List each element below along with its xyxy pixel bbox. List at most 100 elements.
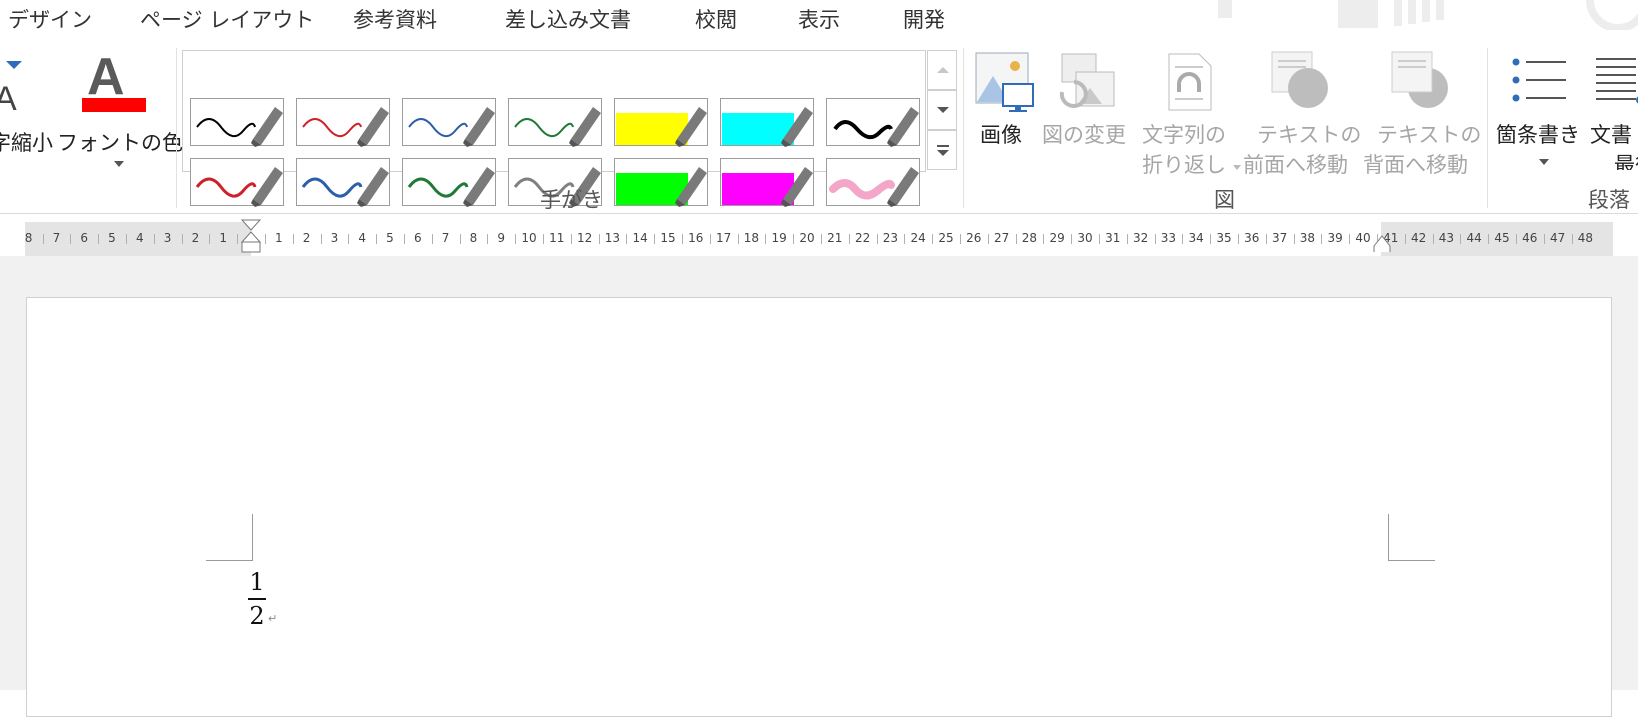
ruler-number: 23 bbox=[882, 231, 899, 245]
document-end-label-2: 最後 bbox=[1614, 153, 1638, 170]
ruler-tick bbox=[1432, 234, 1434, 244]
ruler-number: 13 bbox=[604, 231, 621, 245]
chevron-down-icon bbox=[937, 107, 949, 113]
ruler-tick bbox=[987, 234, 989, 244]
ruler-number: 2 bbox=[302, 231, 311, 245]
shrink-font-button[interactable]: A 字縮小 bbox=[0, 50, 55, 160]
ruler-number: 2 bbox=[191, 231, 200, 245]
pen-stroke-icon bbox=[301, 167, 389, 207]
ruler-number: 3 bbox=[330, 231, 339, 245]
ruler-tick bbox=[904, 234, 906, 244]
chevron-down-icon bbox=[1539, 159, 1549, 165]
bring-forward-button[interactable]: テキストの 前面へ移動 bbox=[1243, 50, 1361, 180]
ruler-tick bbox=[932, 234, 934, 244]
fraction[interactable]: 1 2 bbox=[244, 568, 270, 630]
ruler-tick bbox=[70, 234, 72, 244]
pen-red-pen-2[interactable] bbox=[190, 158, 284, 207]
pen-red-pen[interactable] bbox=[296, 98, 390, 147]
wrap-text-label-2: 折り返し bbox=[1142, 153, 1226, 177]
gallery-scroll-down-button[interactable] bbox=[927, 90, 957, 130]
pen-green-highlighter[interactable] bbox=[614, 158, 708, 207]
pen-green-pen-2[interactable] bbox=[402, 158, 496, 207]
ruler-tick bbox=[515, 234, 517, 244]
send-backward-button[interactable]: テキストの 背面へ移動 bbox=[1363, 50, 1481, 180]
image-button[interactable]: 画像 bbox=[972, 50, 1038, 150]
shrink-font-label: 字縮小 bbox=[0, 131, 53, 155]
ruler-number: 47 bbox=[1549, 231, 1566, 245]
ruler-number: 26 bbox=[966, 231, 982, 245]
picture-group-label: 図 bbox=[1214, 188, 1235, 212]
pen-blue-pen[interactable] bbox=[402, 98, 496, 147]
gallery-more-button[interactable] bbox=[927, 130, 957, 170]
ruler-tick bbox=[570, 234, 572, 244]
ruler-tick bbox=[542, 234, 544, 244]
wrap-text-button[interactable]: 文字列の 折り返し bbox=[1140, 50, 1241, 180]
ruler-tick bbox=[820, 234, 822, 244]
font-color-button[interactable]: A フォントの色 bbox=[55, 50, 183, 170]
ruler-tick bbox=[98, 234, 100, 244]
ruler-number: 31 bbox=[1105, 231, 1121, 245]
group-separator bbox=[963, 48, 964, 208]
ruler-number: 29 bbox=[1049, 231, 1065, 245]
right-indent-marker[interactable] bbox=[1372, 232, 1392, 252]
shrink-font-icon: A bbox=[0, 61, 22, 118]
ruler-tick bbox=[1293, 234, 1295, 244]
tab-review[interactable]: 校閲 bbox=[695, 4, 737, 34]
ruler-number: 4 bbox=[358, 231, 366, 245]
crop-mark-left-horizontal bbox=[206, 560, 253, 561]
horizontal-ruler[interactable]: 8 7 6 5 4 3 2 1 1 2 3 4 5 6 7 8 9 10 11 12 13 14 15 16 17 18 19 20 2… bbox=[25, 219, 1613, 256]
ruler-tick bbox=[654, 234, 656, 244]
ruler-number: 36 bbox=[1244, 231, 1260, 245]
paragraph-group-label: 段落 bbox=[1588, 188, 1630, 212]
ruler-tick bbox=[42, 234, 44, 244]
pen-pink-pen[interactable] bbox=[826, 158, 920, 207]
ruler-tick bbox=[292, 234, 294, 244]
pen-stroke-icon bbox=[833, 107, 919, 147]
pen-black-thick-pen[interactable] bbox=[826, 98, 920, 147]
ruler-number: 3 bbox=[163, 231, 172, 245]
chevron-down-icon bbox=[1233, 165, 1241, 170]
ruler-tick bbox=[1071, 234, 1073, 244]
ruler-number: 10 bbox=[521, 231, 537, 245]
gallery-scroll-up-button[interactable] bbox=[927, 50, 957, 90]
pen-black-pen[interactable] bbox=[190, 98, 284, 147]
document-end-button[interactable]: 文書 最後 bbox=[1590, 50, 1638, 170]
ruler-number: 33 bbox=[1160, 231, 1177, 245]
change-picture-button[interactable]: 図の変更 bbox=[1040, 50, 1135, 150]
pen-cyan-highlighter[interactable] bbox=[720, 98, 814, 147]
svg-text:A: A bbox=[87, 50, 125, 106]
pen-yellow-highlighter[interactable] bbox=[614, 98, 708, 147]
ruler-number: 34 bbox=[1188, 231, 1204, 245]
ruler-tick bbox=[348, 234, 350, 244]
pen-stroke-icon bbox=[195, 167, 283, 207]
fraction-denominator: 2 bbox=[249, 602, 265, 630]
pen-stroke-icon bbox=[408, 107, 495, 147]
ruler-number: 44 bbox=[1466, 231, 1482, 245]
tab-developer[interactable]: 開発 bbox=[903, 4, 945, 34]
bullets-button[interactable]: 箇条書き bbox=[1494, 50, 1586, 170]
ruler-tick bbox=[1154, 234, 1156, 244]
pen-magenta-highlighter[interactable] bbox=[720, 158, 814, 207]
ruler-number: 30 bbox=[1077, 231, 1093, 245]
pen-stroke-icon bbox=[616, 107, 707, 147]
ruler-number: 7 bbox=[52, 231, 61, 245]
document-page[interactable] bbox=[26, 297, 1612, 717]
ruler-tick bbox=[737, 234, 739, 244]
tab-references[interactable]: 参考資料 bbox=[353, 4, 437, 34]
ink-group-label: 手がき bbox=[540, 188, 603, 212]
ruler-tick bbox=[125, 234, 127, 244]
pen-blue-pen-2[interactable] bbox=[296, 158, 390, 207]
tab-mailings[interactable]: 差し込み文書 bbox=[505, 4, 631, 34]
tab-design[interactable]: デザイン bbox=[8, 4, 92, 34]
tab-page-layout[interactable]: ページ レイアウト bbox=[140, 4, 314, 34]
pen-stroke-icon bbox=[407, 167, 495, 207]
pen-green-pen[interactable] bbox=[508, 98, 602, 147]
ruler-tick bbox=[1488, 234, 1490, 244]
tab-view[interactable]: 表示 bbox=[798, 4, 840, 34]
pen-stroke-icon bbox=[302, 107, 389, 147]
ruler-number: 6 bbox=[80, 231, 88, 245]
lines-icon bbox=[1596, 58, 1638, 104]
ruler-tick bbox=[876, 234, 878, 244]
ruler-number: 14 bbox=[632, 231, 648, 245]
ruler-tick bbox=[1515, 234, 1517, 244]
